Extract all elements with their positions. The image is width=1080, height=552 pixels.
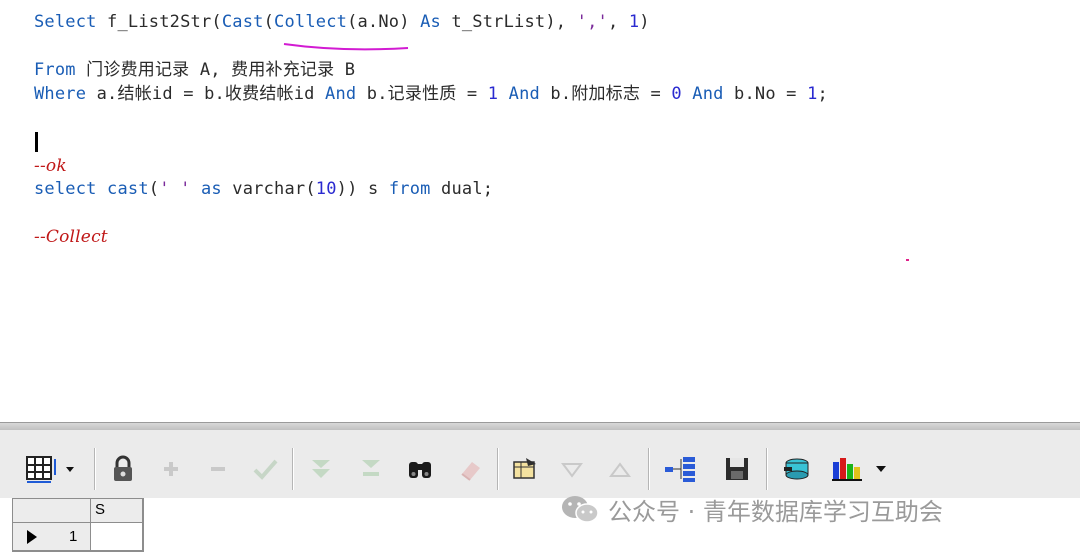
- code-line-1: Select f_List2Str(Cast(Collect(a.No) As …: [34, 12, 650, 32]
- grid-options-icon[interactable]: [24, 452, 76, 486]
- eraser-icon[interactable]: [456, 452, 486, 486]
- comment-ok: --ok: [34, 156, 67, 176]
- row-number: 1: [69, 528, 78, 545]
- lock-icon[interactable]: [108, 452, 138, 486]
- comment-collect: --Collect: [34, 227, 108, 247]
- bar-chart-icon[interactable]: [830, 452, 890, 486]
- underline-annotation: [283, 43, 409, 51]
- watermark-text: 公众号 · 青年数据库学习互助会: [608, 497, 943, 526]
- minus-icon[interactable]: [203, 452, 233, 486]
- save-icon[interactable]: [722, 452, 752, 486]
- table-refresh-icon[interactable]: [510, 452, 540, 486]
- check-icon[interactable]: [250, 452, 280, 486]
- code-line-select-cast: select cast(' ' as varchar(10)) s from d…: [34, 179, 494, 199]
- stray-mark: [906, 259, 909, 261]
- current-row-indicator-icon: [27, 530, 37, 544]
- database-icon[interactable]: [782, 452, 812, 486]
- column-header-s[interactable]: S: [91, 499, 143, 523]
- watermark: 公众号 · 青年数据库学习互助会: [560, 490, 943, 528]
- result-grid[interactable]: S 1: [12, 498, 144, 552]
- grid-cell[interactable]: [91, 523, 143, 551]
- tree-icon[interactable]: [663, 452, 699, 486]
- code-line-where: Where a.结帐id = b.收费结帐id And b.记录性质 = 1 A…: [34, 84, 828, 104]
- sql-editor[interactable]: Select f_List2Str(Cast(Collect(a.No) As …: [0, 0, 1080, 422]
- binoculars-icon[interactable]: [405, 452, 435, 486]
- grid-corner: [13, 499, 91, 523]
- wechat-icon: [562, 496, 599, 523]
- plus-icon[interactable]: [156, 452, 186, 486]
- code-line-from: From 门诊费用记录 A, 费用补充记录 B: [34, 60, 356, 80]
- triangle-down-icon[interactable]: [557, 452, 587, 486]
- row-header[interactable]: 1: [13, 523, 91, 551]
- filter-icon[interactable]: [356, 452, 386, 486]
- triangle-up-icon[interactable]: [605, 452, 635, 486]
- filter-down-icon[interactable]: [306, 452, 336, 486]
- text-cursor: [35, 132, 38, 152]
